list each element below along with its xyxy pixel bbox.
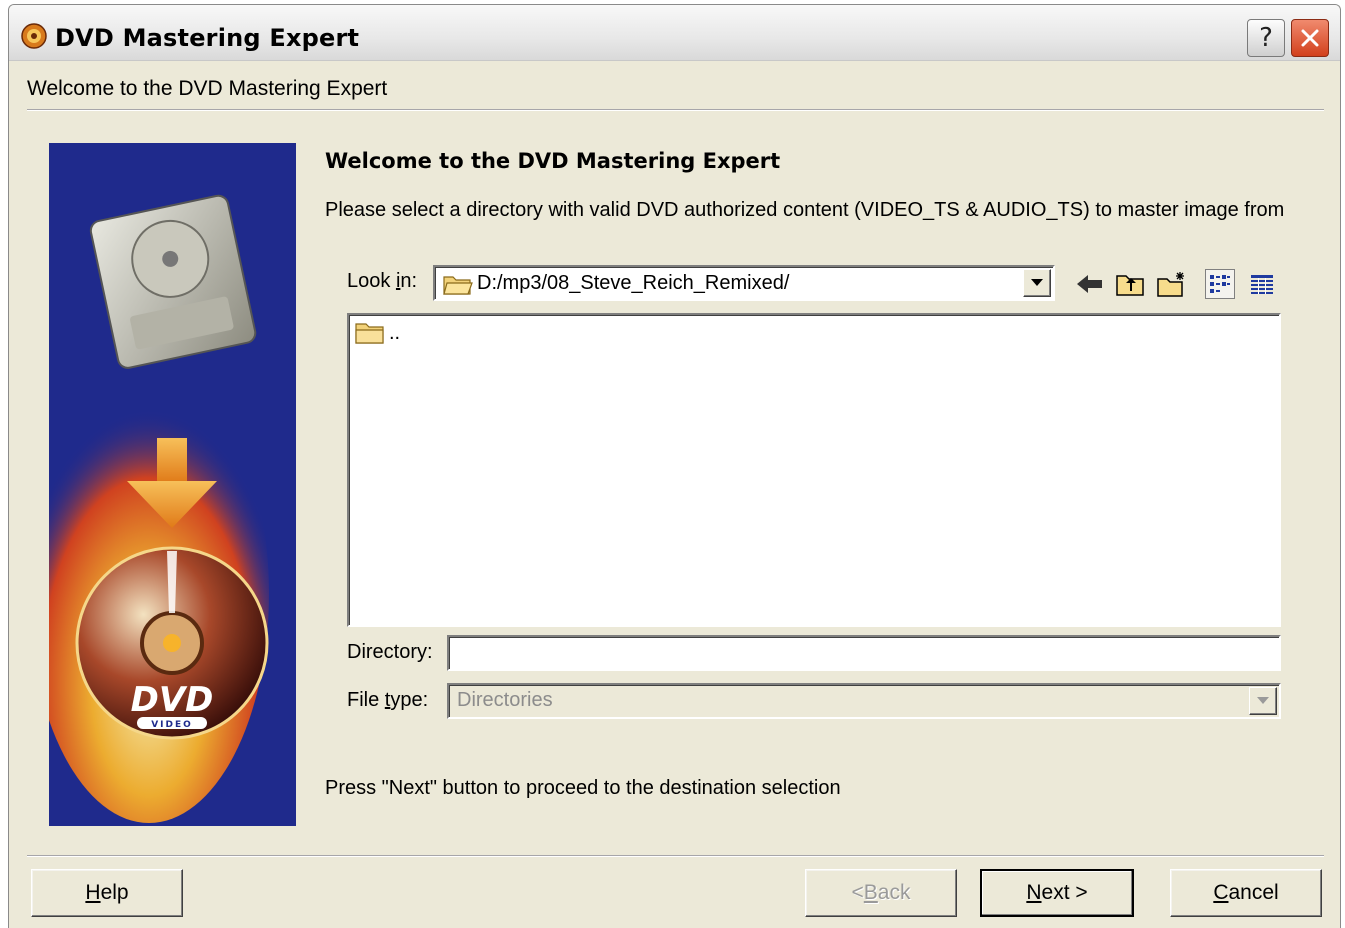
header-separator [27, 109, 1324, 111]
chevron-down-icon [1031, 279, 1043, 286]
close-icon [1301, 29, 1319, 47]
help-button[interactable]: Help [31, 869, 183, 917]
folder-icon [355, 323, 384, 344]
dvd-logo-text: DVD [131, 680, 214, 720]
cancel-button[interactable]: Cancel [1170, 869, 1322, 917]
file-name: .. [389, 321, 401, 344]
dvd-disc-icon: DVD VIDEO [75, 546, 269, 740]
wizard-banner-image: DVD VIDEO [49, 143, 296, 826]
app-icon [21, 23, 47, 49]
up-folder-button[interactable] [1115, 269, 1145, 299]
help-title-button[interactable]: ? [1247, 19, 1285, 57]
title-bar[interactable]: DVD Mastering Expert ? [9, 5, 1340, 61]
detail-view-icon [1251, 275, 1273, 294]
parent-folder-icon [1116, 275, 1144, 296]
file-list[interactable]: .. [347, 313, 1281, 627]
lookin-value: D:/mp3/08_Steve_Reich_Remixed/ [477, 272, 790, 294]
footer-separator [27, 855, 1324, 857]
question-mark-icon: ? [1259, 23, 1273, 53]
new-folder-icon [1157, 272, 1184, 297]
open-folder-icon [443, 276, 473, 295]
directory-input[interactable] [449, 637, 1279, 669]
dvd-burn-illustration: DVD VIDEO [49, 194, 269, 823]
wizard-header: Welcome to the DVD Mastering Expert [27, 77, 388, 100]
new-folder-button[interactable] [1157, 269, 1187, 299]
directory-label: Directory: [347, 641, 433, 663]
back-button[interactable] [1075, 269, 1105, 299]
detail-view-button[interactable] [1247, 269, 1277, 299]
back-button[interactable]: < Back [805, 869, 957, 917]
lookin-dropdown-button[interactable] [1023, 269, 1051, 297]
lookin-label: Look in: [347, 270, 418, 292]
list-view-icon [1210, 275, 1230, 293]
filetype-value: Directories [457, 689, 553, 711]
filetype-select[interactable]: Directories [447, 683, 1281, 719]
dvd-mastering-window: DVD Mastering Expert ? Welcome to the DV… [8, 4, 1341, 928]
directory-field[interactable] [447, 635, 1281, 671]
filetype-label: File type: [347, 689, 429, 711]
next-button[interactable]: Next > [980, 869, 1134, 917]
dvd-logo-subtext: VIDEO [151, 720, 193, 730]
next-hint: Press "Next" button to proceed to the de… [325, 777, 841, 799]
lookin-combobox[interactable]: D:/mp3/08_Steve_Reich_Remixed/ [433, 265, 1055, 301]
page-description: Please select a directory with valid DVD… [325, 199, 1285, 221]
list-view-button[interactable] [1205, 269, 1235, 299]
list-item[interactable]: .. [355, 321, 400, 345]
chevron-down-icon [1257, 697, 1269, 704]
close-button[interactable] [1291, 19, 1329, 57]
hard-drive-icon [89, 194, 257, 369]
window-title: DVD Mastering Expert [55, 24, 360, 52]
back-arrow-icon [1077, 275, 1102, 293]
filetype-dropdown-button[interactable] [1249, 687, 1277, 715]
page-title: Welcome to the DVD Mastering Expert [325, 149, 781, 173]
